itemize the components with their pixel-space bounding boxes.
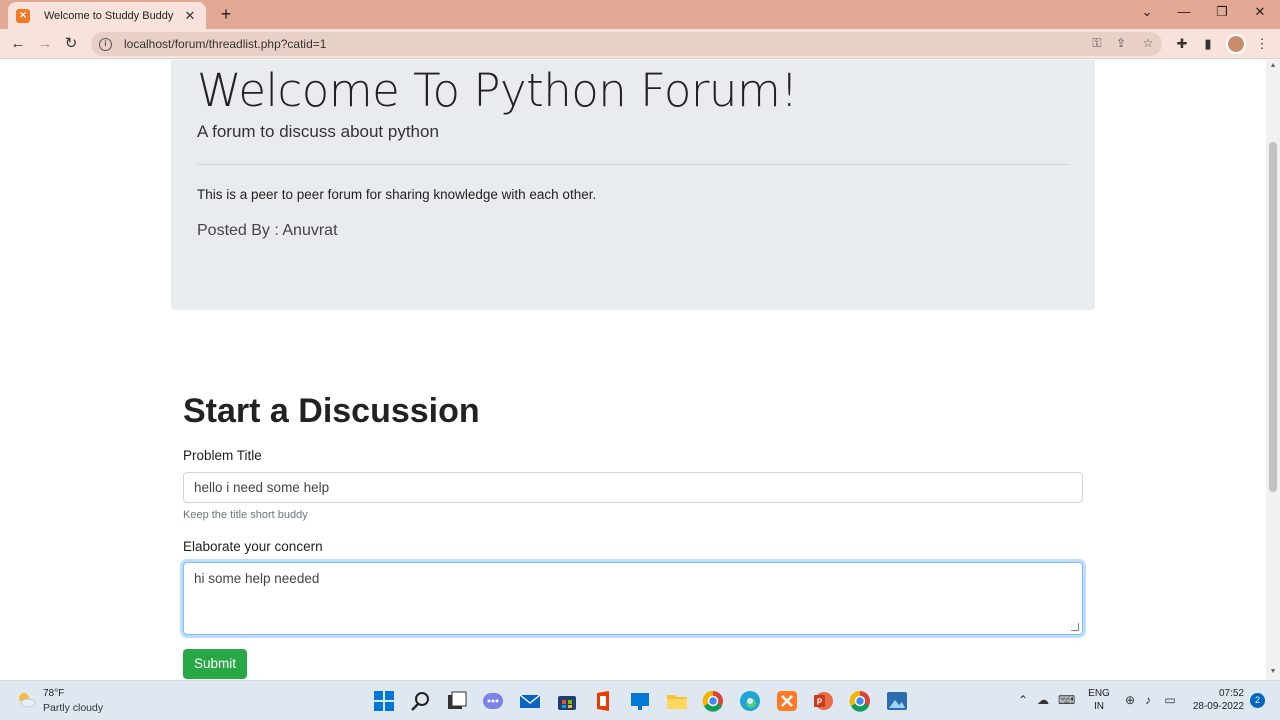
menu-kebab-icon[interactable]: ⋮ xyxy=(1252,34,1272,54)
clock-time[interactable]: 07:52 xyxy=(1188,688,1244,699)
resize-grip-icon[interactable] xyxy=(1071,623,1079,631)
key-icon[interactable]: ⚿ xyxy=(1089,36,1105,51)
concern-label: Elaborate your concern xyxy=(183,539,323,554)
title-label: Problem Title xyxy=(183,448,262,463)
concern-textarea[interactable]: hi some help needed xyxy=(183,562,1083,635)
notification-badge[interactable]: 2 xyxy=(1250,693,1265,708)
back-icon[interactable]: ← xyxy=(8,34,28,54)
title-input[interactable]: hello i need some help xyxy=(183,472,1083,503)
windows-start-icon[interactable] xyxy=(372,689,396,713)
posted-by: Posted By : Anuvrat xyxy=(197,222,338,239)
weather-description[interactable]: Partly cloudy xyxy=(43,702,103,714)
keyboard-icon[interactable]: ⌨ xyxy=(1058,693,1075,707)
profile-avatar[interactable] xyxy=(1226,34,1246,54)
minimize-icon[interactable]: — xyxy=(1174,4,1194,22)
url-text[interactable]: localhost/forum/threadlist.php?catid=1 xyxy=(124,37,326,51)
chrome-profile-icon[interactable] xyxy=(848,689,872,713)
share-icon[interactable]: ⇪ xyxy=(1113,36,1129,50)
title-input-value[interactable]: hello i need some help xyxy=(194,480,329,495)
forum-subtitle: A forum to discuss about python xyxy=(197,122,439,141)
weather-temperature[interactable]: 78°F xyxy=(43,688,64,699)
submit-button[interactable]: Submit xyxy=(183,649,247,679)
store-icon[interactable] xyxy=(555,689,579,713)
extensions-icon[interactable]: ✚ xyxy=(1172,34,1192,54)
browser-toolbar: ← → ↻ i localhost/forum/threadlist.php?c… xyxy=(0,29,1280,59)
teams-chat-icon[interactable] xyxy=(481,689,505,713)
address-bar[interactable]: i localhost/forum/threadlist.php?catid=1… xyxy=(91,32,1162,56)
photos-icon[interactable] xyxy=(885,689,909,713)
title-help-text: Keep the title short buddy xyxy=(183,509,308,521)
onedrive-cloud-icon[interactable]: ☁ xyxy=(1035,693,1051,707)
reload-icon[interactable]: ↻ xyxy=(61,34,81,54)
browser-tab[interactable]: ✕ Welcome to Studdy Buddy ✕ xyxy=(8,2,206,29)
battery-icon[interactable]: ▭ xyxy=(1162,693,1178,707)
language-region[interactable]: IN xyxy=(1086,701,1112,712)
forum-description: This is a peer to peer forum for sharing… xyxy=(197,187,597,202)
chrome-icon[interactable] xyxy=(701,689,725,713)
file-explorer-icon[interactable] xyxy=(665,689,689,713)
mail-icon[interactable] xyxy=(518,689,542,713)
tab-title: Welcome to Studdy Buddy xyxy=(44,9,174,22)
partly-cloudy-icon[interactable] xyxy=(16,690,36,710)
new-tab-icon[interactable]: + xyxy=(216,4,236,24)
whiteboard-icon[interactable] xyxy=(628,689,652,713)
office-icon[interactable] xyxy=(591,689,615,713)
scroll-down-icon[interactable]: ▼ xyxy=(1269,668,1277,675)
close-window-icon[interactable]: ✕ xyxy=(1250,4,1270,22)
divider xyxy=(197,164,1069,165)
forum-title: Welcome To Python Forum! xyxy=(197,64,798,117)
tab-close-icon[interactable]: ✕ xyxy=(182,8,198,24)
concern-textarea-value[interactable]: hi some help needed xyxy=(194,571,319,586)
language-indicator[interactable]: ENG xyxy=(1086,688,1112,699)
edge-icon[interactable] xyxy=(738,689,762,713)
tab-search-chevron-icon[interactable]: ⌄ xyxy=(1137,4,1157,22)
browser-tab-strip: ✕ Welcome to Studdy Buddy ✕ + ⌄ — ❐ ✕ xyxy=(0,0,1280,29)
xampp-favicon-icon: ✕ xyxy=(16,8,30,23)
page-viewport: Welcome To Python Forum! A forum to disc… xyxy=(0,60,1266,680)
forward-icon[interactable]: → xyxy=(35,34,55,54)
powerpoint-icon[interactable]: P xyxy=(811,689,835,713)
show-hidden-icons-chevron-icon[interactable]: ⌃ xyxy=(1015,693,1031,707)
forum-jumbotron: Welcome To Python Forum! A forum to disc… xyxy=(171,60,1095,310)
clock-date[interactable]: 28-09-2022 xyxy=(1182,701,1244,712)
xampp-icon[interactable] xyxy=(775,689,799,713)
page-scrollbar[interactable]: ▲ ▼ xyxy=(1266,60,1280,680)
scroll-thumb[interactable] xyxy=(1269,142,1277,492)
network-globe-icon[interactable]: ⊕ xyxy=(1122,693,1138,707)
side-panel-icon[interactable]: ▮ xyxy=(1198,34,1218,54)
svg-text:P: P xyxy=(817,698,823,707)
volume-icon[interactable]: ♪ xyxy=(1140,693,1156,707)
scroll-up-icon[interactable]: ▲ xyxy=(1269,62,1277,69)
task-view-icon[interactable] xyxy=(445,689,469,713)
site-info-icon[interactable]: i xyxy=(99,37,112,51)
maximize-icon[interactable]: ❐ xyxy=(1212,4,1232,22)
windows-taskbar: 78°F Partly cloudy P ⌃ ☁ ⌨ ENG IN ⊕ ♪ ▭ … xyxy=(0,680,1280,720)
search-icon[interactable] xyxy=(409,689,433,713)
form-heading: Start a Discussion xyxy=(183,392,480,430)
bookmark-star-icon[interactable]: ☆ xyxy=(1140,36,1156,50)
